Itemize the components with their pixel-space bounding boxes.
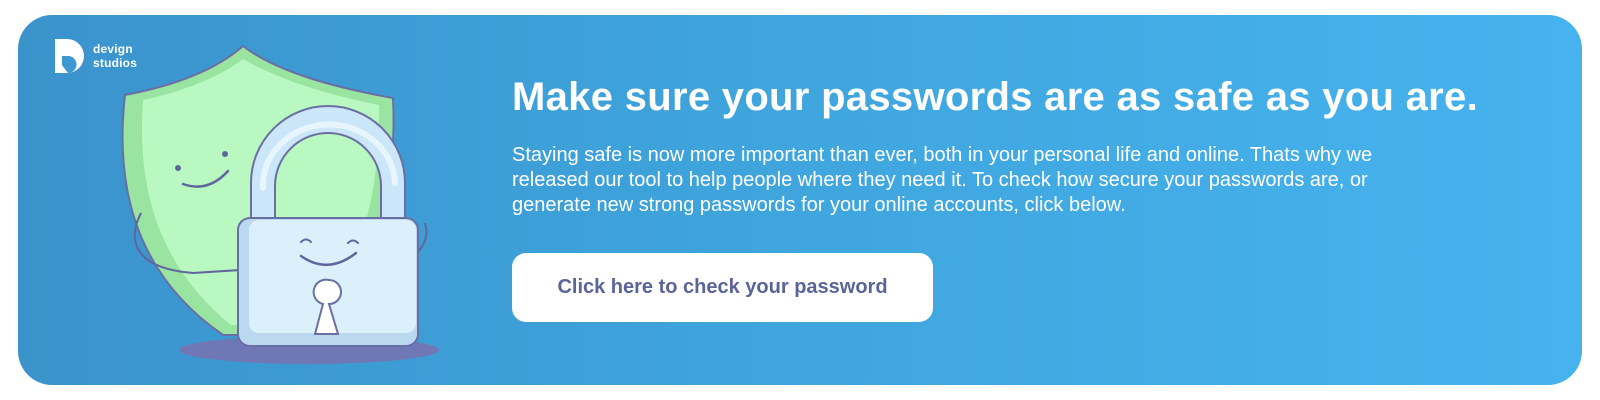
banner-headline: Make sure your passwords are as safe as … (512, 75, 1479, 119)
banner-description: Staying safe is now more important than … (512, 144, 1373, 216)
banner-content: Make sure your passwords are as safe as … (512, 73, 1552, 218)
devign-logo-icon (55, 39, 84, 73)
hero-banner: devign studios Make sure your passwords … (18, 15, 1582, 385)
check-password-button[interactable]: Click here to check your password (512, 253, 933, 322)
shield-and-padlock-illustration (121, 44, 439, 364)
